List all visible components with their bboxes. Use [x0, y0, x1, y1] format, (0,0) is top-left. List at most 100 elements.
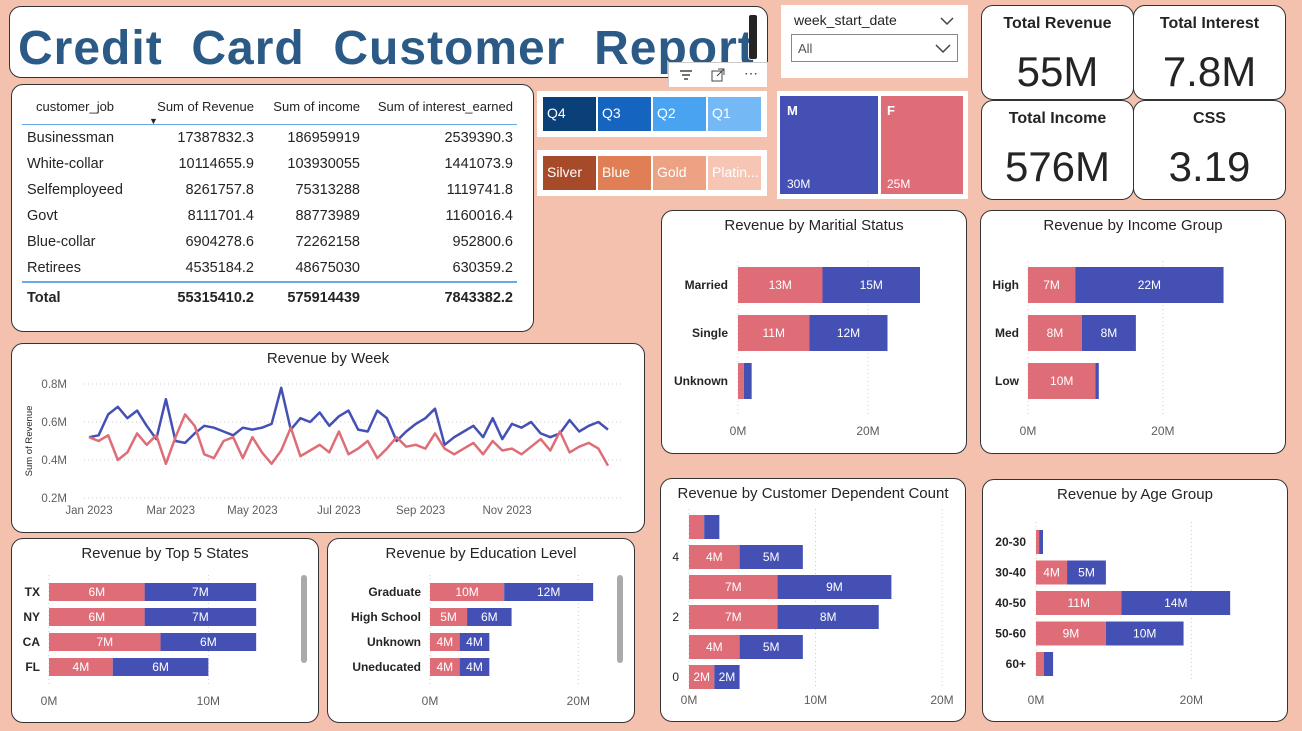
- row-header: Blue-collar: [27, 234, 96, 250]
- chart-card-dependent: Revenue by Customer Dependent Count 0M 10…: [660, 478, 966, 722]
- bar-segment: [738, 363, 744, 399]
- column-header[interactable]: customer_job: [22, 93, 145, 125]
- data-label: 22M: [1138, 278, 1161, 292]
- row-header: White-collar: [27, 156, 104, 172]
- data-label: 5M: [763, 640, 780, 654]
- row-header: Selfemployeed: [27, 182, 123, 198]
- table-cell: 186959919: [287, 130, 360, 146]
- category-label: Med: [995, 326, 1019, 340]
- scrollbar-thumb[interactable]: [749, 15, 757, 59]
- more-options-icon[interactable]: ⋯: [744, 65, 758, 82]
- category-label: Unknown: [367, 635, 421, 649]
- chart-card-week: Revenue by Week 0.8M 0.6M 0.4M 0.2M Jan 2023…: [11, 343, 645, 533]
- column-header[interactable]: Sum of income: [258, 93, 364, 125]
- total-cell: Total: [22, 281, 145, 311]
- kpi-label: Total Interest: [1159, 15, 1260, 32]
- quarter-button[interactable]: Q3: [598, 97, 651, 131]
- table-cell: 1441073.9: [444, 156, 513, 172]
- data-label: 11M: [763, 326, 785, 340]
- card-category-slicer: Silver Blue Gold Platin...: [537, 150, 767, 196]
- chart-income-group: 0M 20M High 7M 22M Med 8M 8M Low 10M: [992, 261, 1224, 438]
- chart-marital-status: 0M 20M Married 13M 15M Single 11M 12M Unknown: [674, 261, 920, 438]
- data-label: 13M: [769, 278, 792, 292]
- treemap-tile-f[interactable]: F 25M: [881, 96, 963, 194]
- data-label: 11M: [1067, 596, 1089, 610]
- matrix-header-row: customer_job Sum of Revenue ▼ Sum of inco…: [22, 93, 517, 126]
- table-row[interactable]: White-collar 10114655.9 103930055 1441073.9: [22, 151, 517, 177]
- table-row[interactable]: Blue-collar 6904278.6 72262158 952800.6: [22, 229, 517, 255]
- data-label: 6M: [88, 585, 105, 599]
- data-label: 7M: [192, 610, 209, 624]
- table-row[interactable]: Businessman 17387832.3 186959919 2539390.3: [22, 125, 517, 152]
- x-tick-label: Mar 2023: [146, 505, 195, 517]
- chart-card-age: Revenue by Age Group 0M 20M 20-30 30-40 4M 5M…: [982, 479, 1288, 722]
- data-label: 4M: [1043, 566, 1060, 580]
- data-label: 5M: [440, 610, 457, 624]
- customer-job-matrix: customer_job Sum of Revenue ▼ Sum of inco…: [11, 84, 534, 332]
- matrix-body: Businessman 17387832.3 186959919 2539390.3 W…: [22, 125, 517, 311]
- scrollbar-thumb[interactable]: [301, 575, 307, 663]
- table-cell: 6904278.6: [185, 234, 254, 250]
- kpi-value: 576M: [1004, 143, 1111, 190]
- table-row[interactable]: Retirees 4535184.2 48675030 630359.2: [22, 255, 517, 282]
- y-tick-label: 0.4M: [41, 455, 67, 467]
- y-axis-label: Sum of Revenue: [24, 406, 35, 477]
- table-row[interactable]: Selfemployeed 8261757.8 75313288 1119741.8: [22, 177, 517, 203]
- column-header[interactable]: Sum of Revenue ▼: [145, 93, 258, 126]
- table-cell: 48675030: [295, 260, 360, 276]
- quarter-button[interactable]: Q4: [543, 97, 596, 131]
- table-cell: 1160016.4: [445, 208, 513, 224]
- data-label: 4M: [706, 640, 723, 654]
- data-label: 7M: [192, 585, 209, 599]
- card-category-button[interactable]: Platin...: [708, 156, 761, 190]
- sort-descending-icon: ▼: [149, 116, 158, 126]
- bar-segment: [743, 363, 752, 399]
- category-label: High: [992, 278, 1019, 292]
- data-label: 8M: [1101, 326, 1118, 340]
- scrollbar-thumb[interactable]: [617, 575, 623, 663]
- data-label: 6M: [200, 635, 217, 649]
- table-cell: 88773989: [295, 208, 360, 224]
- x-tick-label: May 2023: [227, 505, 278, 517]
- date-dropdown[interactable]: All: [791, 34, 958, 62]
- table-cell: 952800.6: [452, 234, 513, 250]
- card-category-button[interactable]: Blue: [598, 156, 651, 190]
- quarter-slicer: Q4 Q3 Q2 Q1: [537, 91, 767, 137]
- card-category-button[interactable]: Gold: [653, 156, 706, 190]
- treemap-tile-m[interactable]: M 30M: [780, 96, 878, 194]
- category-label: FL: [25, 660, 40, 674]
- category-label: 2: [672, 610, 679, 624]
- chevron-down-icon[interactable]: [940, 13, 954, 31]
- visual-header: ⋯: [668, 62, 768, 88]
- report-title: Credit Card Customer Report: [18, 22, 755, 75]
- column-header[interactable]: Sum of interest_earned: [364, 93, 517, 125]
- slicer-label: week_start_date: [794, 12, 897, 28]
- bar-segment: [704, 515, 720, 539]
- chart-revenue-by-week: 0.8M 0.6M 0.4M 0.2MJan 2023 Mar 2023 May 2023…: [24, 379, 623, 517]
- data-label: 4M: [466, 635, 483, 649]
- total-cell: 575914439: [258, 281, 364, 311]
- table-row[interactable]: Govt 8111701.4 88773989 1160016.4: [22, 203, 517, 229]
- data-label: 4M: [436, 635, 453, 649]
- chart-card-income: Revenue by Income Group 0M 20M High 7M 22M Me…: [980, 210, 1286, 454]
- chart-education-level: 0M 20M Graduate 10M 12M High School 5M 6M Unknow…: [351, 575, 594, 708]
- table-cell: 17387832.3: [177, 130, 254, 146]
- filter-icon[interactable]: [679, 68, 693, 87]
- report-title-card: Credit Card Customer Report: [9, 6, 768, 78]
- card-category-button[interactable]: Silver: [543, 156, 596, 190]
- category-label: Single: [692, 326, 728, 340]
- total-cell: 7843382.2: [364, 281, 517, 311]
- data-label: 7M: [1043, 278, 1060, 292]
- table-cell: 72262158: [295, 234, 360, 250]
- total-cell: 55315410.2: [145, 281, 258, 311]
- data-label: 6M: [88, 610, 105, 624]
- kpi-css: CSS 3.19: [1133, 100, 1286, 200]
- x-tick-label: 0M: [730, 424, 747, 438]
- quarter-button[interactable]: Q2: [653, 97, 706, 131]
- focus-mode-icon[interactable]: [711, 68, 725, 87]
- category-label: 4: [672, 550, 679, 564]
- chart-age-group: 0M 20M 20-30 30-40 4M 5M 40-50 11M 14M 50-60 9M 10M…: [995, 522, 1231, 707]
- table-cell: 2539390.3: [444, 130, 513, 146]
- quarter-button[interactable]: Q1: [708, 97, 761, 131]
- table-cell: 4535184.2: [185, 260, 254, 276]
